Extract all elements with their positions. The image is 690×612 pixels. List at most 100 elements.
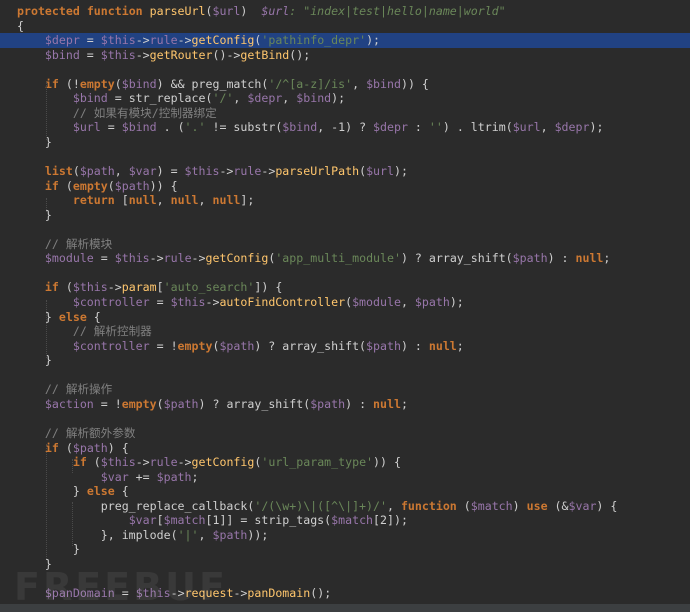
- code-line[interactable]: }: [0, 542, 690, 557]
- code-line[interactable]: preg_replace_callback ('/(\w+)\|([^\|]+)/…: [0, 499, 690, 514]
- code-token: ,: [386, 498, 401, 513]
- code-line[interactable]: $controller = $this->autoFindController(…: [0, 295, 690, 310]
- code-line[interactable]: // 如果有模块/控制器绑定: [0, 106, 690, 121]
- code-token: $panDomain: [44, 586, 115, 600]
- code-token: $path: [114, 178, 150, 193]
- code-token: rule: [149, 455, 178, 470]
- code-token: (: [114, 76, 122, 91]
- code-line[interactable]: protected function parseUrl($url) $url: …: [0, 4, 690, 19]
- code-token: [2]);: [373, 513, 408, 528]
- code-token: $bind: [121, 120, 157, 135]
- code-token: null: [170, 193, 199, 208]
- code-line[interactable]: $bind = str_replace('/', $depr, $bind);: [0, 91, 690, 106]
- code-token: ,: [198, 193, 213, 208]
- code-token: $path: [163, 396, 199, 411]
- code-line[interactable]: $controller = !empty($path) ? array_shif…: [0, 339, 690, 354]
- code-line[interactable]: $bind = $this->getRouter()->getBind();: [0, 48, 690, 63]
- code-token: empty: [177, 338, 213, 353]
- code-line[interactable]: $module = $this->rule->getConfig('app_mu…: [0, 251, 690, 266]
- code-token: (: [463, 498, 471, 513]
- code-line[interactable]: // 解析控制器: [0, 324, 690, 339]
- code-token: $module: [44, 251, 94, 266]
- code-token: : "index|test|hello|name|world": [289, 4, 506, 18]
- code-line[interactable]: // 解析操作: [0, 382, 690, 397]
- code-token: (: [156, 396, 164, 411]
- code-token: (: [93, 455, 101, 470]
- code-token: ;: [603, 251, 611, 266]
- code-line[interactable]: } else {: [0, 484, 690, 499]
- code-token: $module: [352, 295, 401, 309]
- code-token: parseUrlPath: [275, 164, 360, 179]
- code-token: // 如果有模块/控制器绑定: [72, 105, 217, 120]
- code-line[interactable]: // 解析额外参数: [0, 426, 690, 441]
- code-token: $url: [512, 120, 541, 135]
- code-token: ->: [219, 164, 234, 179]
- code-token: ) =: [156, 164, 185, 179]
- code-token: $path: [219, 338, 255, 353]
- code-line[interactable]: list($path, $var) = $this->rule->parseUr…: [0, 164, 690, 179]
- code-token: (: [107, 178, 115, 193]
- code-token: empty: [79, 76, 115, 91]
- code-line[interactable]: [0, 222, 690, 237]
- code-line[interactable]: [0, 571, 690, 586]
- code-line[interactable]: [0, 62, 690, 77]
- code-line[interactable]: [0, 150, 690, 165]
- code-line[interactable]: }: [0, 208, 690, 223]
- code-token: (!: [65, 76, 80, 91]
- code-token: ) ?: [254, 338, 283, 353]
- code-token: $this: [100, 47, 136, 62]
- code-token: use: [526, 498, 555, 513]
- code-line[interactable]: $depr = $this->rule->getConfig('pathinfo…: [0, 33, 690, 48]
- code-token: $path: [72, 440, 108, 455]
- code-token: =: [100, 120, 122, 135]
- code-line[interactable]: // 解析模块: [0, 237, 690, 252]
- code-line[interactable]: {: [0, 19, 690, 34]
- code-line[interactable]: if (empty($path)) {: [0, 179, 690, 194]
- code-line[interactable]: if (!empty($bind) && preg_match('/^[a-z]…: [0, 77, 690, 92]
- code-line[interactable]: $panDomain = $this->request->panDomain()…: [0, 586, 690, 601]
- code-line[interactable]: } else {: [0, 310, 690, 325]
- code-token: );: [589, 120, 604, 135]
- code-token: (&: [554, 498, 569, 513]
- code-token: getConfig: [191, 33, 255, 48]
- code-token: ) :: [400, 338, 429, 353]
- code-line[interactable]: return [null, null, null];: [0, 193, 690, 208]
- code-token: preg_replace_callback: [100, 498, 248, 513]
- code-line[interactable]: }: [0, 353, 690, 368]
- code-token: )) {: [373, 455, 401, 470]
- code-token: 'pathinfo_depr': [261, 33, 367, 48]
- code-token: =: [79, 47, 101, 62]
- code-token: // 解析额外参数: [44, 425, 136, 440]
- code-line[interactable]: $var += $path;: [0, 470, 690, 485]
- code-token: ->: [135, 33, 150, 48]
- code-token: ->: [177, 33, 192, 48]
- code-token: panDomain: [247, 586, 311, 600]
- code-line[interactable]: if ($this->param['auto_search']) {: [0, 280, 690, 295]
- code-token: (: [65, 440, 73, 455]
- code-token: else: [58, 309, 94, 324]
- code-line[interactable]: $action = !empty($path) ? array_shift($p…: [0, 397, 690, 412]
- code-line[interactable]: }: [0, 135, 690, 150]
- code-token: if: [44, 76, 66, 91]
- code-line[interactable]: $var[$match[1]] = strip_tags($match[2]);: [0, 513, 690, 528]
- code-line[interactable]: }: [0, 557, 690, 572]
- code-line[interactable]: [0, 266, 690, 281]
- code-editor[interactable]: protected function parseUrl($url) $url: …: [0, 0, 690, 612]
- code-line[interactable]: if ($path) {: [0, 441, 690, 456]
- code-line[interactable]: [0, 368, 690, 383]
- code-token: ) ?: [198, 396, 227, 411]
- code-line[interactable]: if ($this->rule->getConfig('url_param_ty…: [0, 455, 690, 470]
- code-line[interactable]: $url = $bind . ('.' != substr($bind, -1)…: [0, 120, 690, 135]
- code-line[interactable]: [0, 411, 690, 426]
- code-line[interactable]: }, implode('|', $path));: [0, 528, 690, 543]
- code-token: ): [240, 4, 262, 18]
- code-token: substr: [233, 120, 276, 135]
